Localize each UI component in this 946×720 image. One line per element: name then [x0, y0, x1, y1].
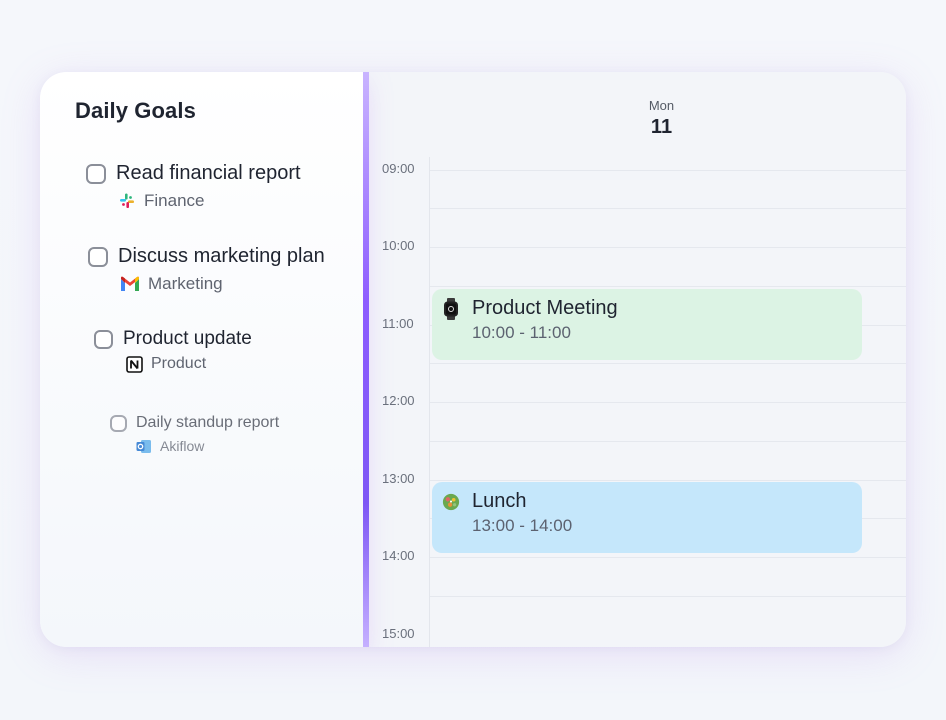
grid-line [430, 286, 906, 287]
gmail-icon [120, 276, 140, 292]
tag-label: Finance [144, 191, 205, 210]
task-checkbox[interactable] [110, 414, 127, 432]
app-stage: Daily Goals Read financial report Financ… [0, 0, 946, 720]
calendar-grid[interactable] [429, 157, 906, 647]
watch-icon [442, 297, 460, 320]
grid-line [430, 557, 906, 558]
event-lunch[interactable]: Lunch 13:00 - 14:00 [432, 482, 862, 553]
event-time: 10:00 - 11:00 [472, 323, 571, 342]
time-label: 12:00 [382, 393, 415, 408]
day-header[interactable]: Mon 11 [369, 98, 906, 139]
task-checkbox[interactable] [94, 329, 113, 349]
event-title-row: Lunch [442, 490, 852, 513]
task-tag: Product [126, 355, 206, 373]
daily-goals-panel: Daily Goals Read financial report Financ… [40, 72, 363, 647]
event-time: 13:00 - 14:00 [472, 516, 573, 535]
grid-line [430, 441, 906, 442]
event-title: Lunch [472, 490, 527, 512]
day-number: 11 [650, 116, 673, 138]
grid-line [430, 208, 906, 209]
task-row: Daily standup report [110, 414, 279, 432]
event-title-row: Product Meeting [442, 297, 852, 320]
grid-line [430, 596, 906, 597]
time-label: 10:00 [382, 238, 415, 253]
planner-card: Daily Goals Read financial report Financ… [40, 72, 906, 647]
task-label[interactable]: Product update [123, 328, 252, 350]
event-product-meeting[interactable]: Product Meeting 10:00 - 11:00 [432, 289, 862, 360]
time-label: 09:00 [382, 161, 415, 176]
task-item: Product update Product [94, 328, 252, 373]
day-name: Mon [648, 98, 675, 113]
task-item: Discuss marketing plan Marketing [88, 245, 325, 294]
task-label[interactable]: Read financial report [116, 162, 301, 185]
time-label: 13:00 [382, 471, 415, 486]
time-label: 14:00 [382, 548, 415, 563]
grid-line [430, 402, 906, 403]
grid-line [430, 170, 906, 171]
task-tag: Marketing [120, 274, 223, 294]
task-item: Read financial report Finance [86, 162, 301, 211]
time-label: 15:00 [382, 626, 415, 641]
grid-line [430, 247, 906, 248]
task-checkbox[interactable] [86, 163, 106, 184]
slack-icon [118, 192, 136, 210]
panel-title: Daily Goals [75, 98, 196, 123]
task-tag: Finance [118, 191, 204, 211]
task-row: Discuss marketing plan [88, 245, 325, 268]
tag-label: Marketing [148, 274, 223, 293]
salad-icon [442, 491, 460, 513]
task-checkbox[interactable] [88, 246, 108, 267]
task-row: Product update [94, 328, 252, 350]
task-row: Read financial report [86, 162, 301, 185]
task-item: Daily standup report Akiflow [110, 414, 279, 454]
task-tag: Akiflow [136, 438, 204, 454]
outlook-icon [136, 439, 152, 454]
grid-line [430, 363, 906, 364]
grid-line [430, 480, 906, 481]
task-label[interactable]: Discuss marketing plan [118, 245, 325, 268]
notion-icon [126, 355, 143, 373]
event-title: Product Meeting [472, 297, 618, 319]
calendar-panel: Mon 11 09:00 10:00 11:00 12:00 13:00 14:… [369, 72, 906, 647]
tag-label: Akiflow [160, 438, 205, 454]
task-label[interactable]: Daily standup report [136, 414, 279, 432]
time-label: 11:00 [382, 316, 414, 331]
tag-label: Product [151, 355, 207, 372]
panel-divider[interactable] [363, 72, 369, 647]
